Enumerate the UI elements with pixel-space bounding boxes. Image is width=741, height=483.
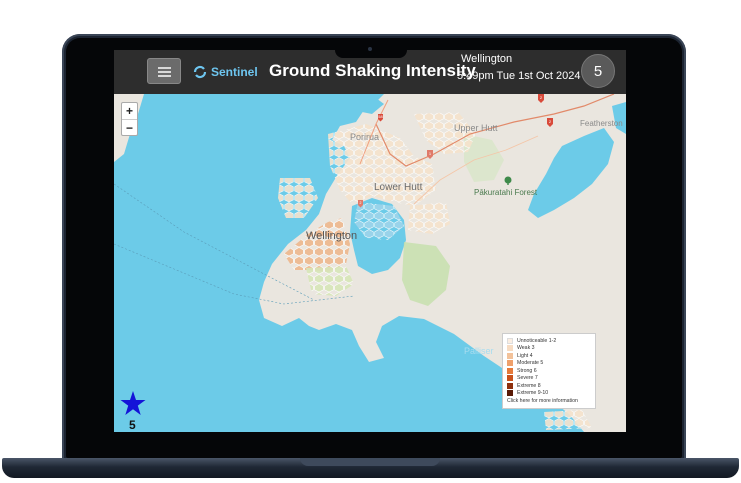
legend-item: Unnoticeable 1-2 — [507, 337, 591, 345]
epicenter-count: 5 — [129, 418, 136, 432]
intensity-legend[interactable]: Unnoticeable 1-2 Weak 3 Light 4 Moderate… — [502, 333, 596, 409]
legend-label: Extreme 9-10 — [517, 390, 549, 397]
zoom-out-button[interactable]: − — [122, 119, 137, 135]
place-label-lower-hutt: Lower Hutt — [374, 182, 423, 193]
legend-item: Extreme 8 — [507, 382, 591, 390]
place-label-palliser: Palliser — [464, 346, 494, 356]
app-screen: Sentinel Ground Shaking Intensity Wellin… — [114, 50, 626, 432]
place-label-wellington: Wellington — [306, 230, 357, 242]
laptop-base-groove — [300, 458, 440, 466]
camera-icon — [368, 47, 372, 51]
legend-more-info-link[interactable]: Click here for more information — [507, 398, 591, 404]
hamburger-icon-line — [158, 71, 171, 73]
app-name: Sentinel — [211, 65, 258, 79]
legend-swatch — [507, 337, 513, 344]
legend-label: Strong 6 — [517, 367, 537, 374]
svg-text:2: 2 — [360, 201, 362, 205]
camera-notch — [335, 40, 407, 58]
legend-item: Weak 3 — [507, 345, 591, 353]
place-label-featherston: Featherston — [580, 119, 623, 128]
legend-item: Severe 7 — [507, 375, 591, 383]
legend-label: Moderate 5 — [517, 360, 544, 367]
legend-swatch — [507, 382, 513, 389]
legend-label: Light 4 — [517, 352, 533, 359]
legend-swatch — [507, 390, 513, 397]
zoom-in-button[interactable]: + — [122, 103, 137, 119]
place-label-porirua: Porirua — [350, 132, 379, 142]
page-title: Ground Shaking Intensity — [269, 61, 476, 80]
hamburger-icon-line — [158, 67, 171, 69]
epicenter-star-icon[interactable] — [120, 390, 146, 416]
legend-swatch — [507, 375, 513, 382]
legend-swatch — [507, 345, 513, 352]
legend-item: Extreme 9-10 — [507, 390, 591, 398]
event-datetime: 5:49pm Tue 1st Oct 2024 — [457, 70, 581, 82]
sentinel-logo-icon — [193, 65, 207, 79]
zoom-control: + − — [121, 102, 138, 136]
svg-text:58: 58 — [378, 114, 383, 119]
legend-label: Extreme 8 — [517, 382, 541, 389]
sentinel-logo[interactable]: Sentinel — [192, 63, 258, 81]
location-label: Wellington — [461, 53, 513, 65]
legend-label: Weak 3 — [517, 345, 535, 352]
legend-label: Severe 7 — [517, 375, 538, 382]
legend-item: Light 4 — [507, 352, 591, 360]
place-label-pakuratahi-forest: Pākuratahi Forest — [474, 188, 538, 197]
legend-item: Strong 6 — [507, 367, 591, 375]
legend-swatch — [507, 352, 513, 359]
legend-label: Unnoticeable 1-2 — [517, 337, 557, 344]
hamburger-icon-line — [158, 75, 171, 77]
place-label-upper-hutt: Upper Hutt — [454, 123, 498, 133]
legend-swatch — [507, 367, 513, 374]
legend-swatch — [507, 360, 513, 367]
menu-button[interactable] — [147, 58, 181, 84]
intensity-badge[interactable]: 5 — [581, 54, 615, 88]
legend-item: Moderate 5 — [507, 360, 591, 368]
